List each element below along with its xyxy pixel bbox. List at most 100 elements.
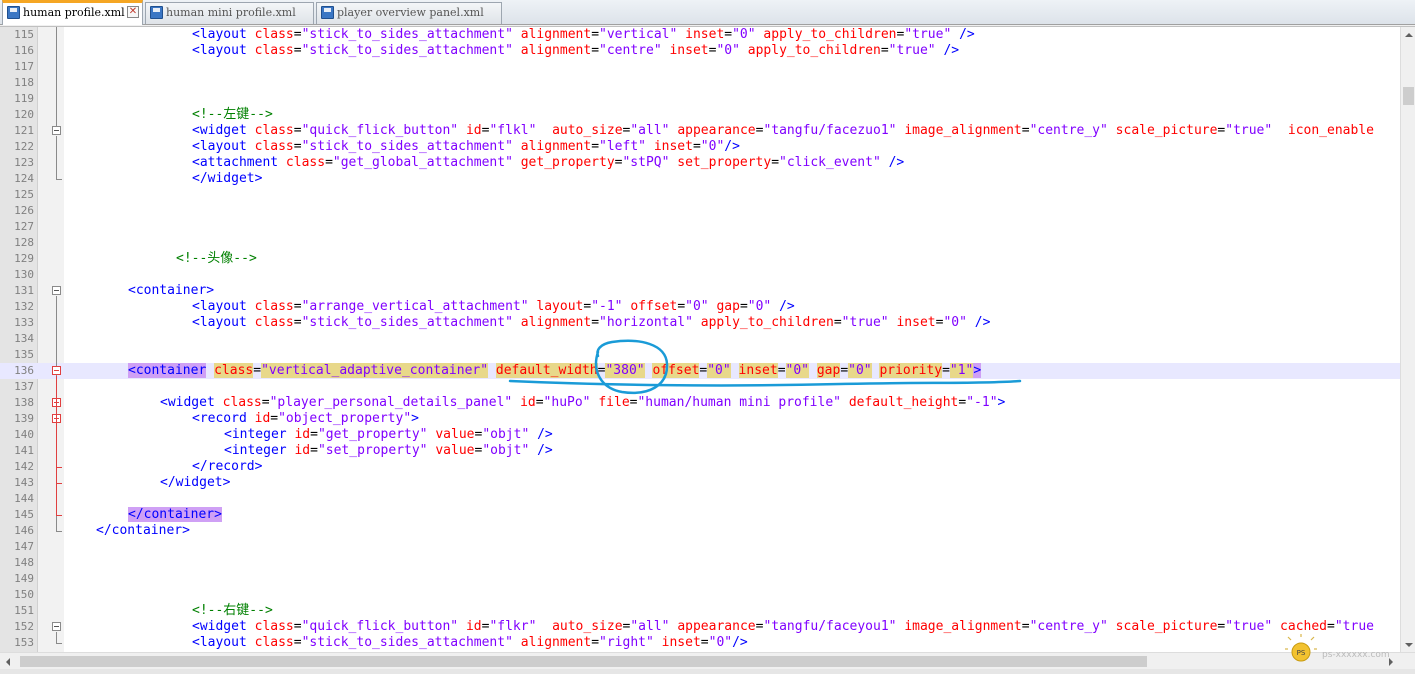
line-number: 149 xyxy=(14,572,34,585)
code-line[interactable]: 131 <container> xyxy=(0,283,1400,299)
vertical-scrollbar[interactable] xyxy=(1400,27,1415,652)
code-line[interactable]: 148 xyxy=(0,555,1400,571)
code-line[interactable]: 115 <layout class="stick_to_sides_attachm… xyxy=(0,27,1400,43)
code-token-attr: class xyxy=(222,395,262,410)
code-text[interactable]: <!--左键--> xyxy=(192,107,273,123)
fold-toggle-icon[interactable] xyxy=(52,126,61,135)
code-line[interactable]: 123 <attachment class="get_global_attachm… xyxy=(0,155,1400,171)
code-token-val: "flkl" xyxy=(489,123,537,138)
code-line[interactable]: 127 xyxy=(0,219,1400,235)
code-text[interactable]: <layout class="stick_to_sides_attachment… xyxy=(192,43,959,59)
code-line[interactable]: 144 xyxy=(0,491,1400,507)
code-text[interactable]: <container> xyxy=(128,283,214,299)
code-line[interactable]: 138 <widget class="player_personal_detail… xyxy=(0,395,1400,411)
code-line[interactable]: 142 </record> xyxy=(0,459,1400,475)
code-text[interactable]: <!--头像--> xyxy=(176,251,257,267)
code-text[interactable]: <attachment class="get_global_attachment… xyxy=(192,155,904,171)
code-line[interactable]: 139 <record id="object_property"> xyxy=(0,411,1400,427)
code-text[interactable]: <!--右键--> xyxy=(192,603,273,619)
code-line[interactable]: 126 xyxy=(0,203,1400,219)
fold-guide-line xyxy=(56,136,57,179)
fold-toggle-icon[interactable] xyxy=(52,622,61,631)
code-line[interactable]: 145 </container> xyxy=(0,507,1400,523)
code-line[interactable]: 118 xyxy=(0,75,1400,91)
code-line[interactable]: 122 <layout class="stick_to_sides_attachm… xyxy=(0,139,1400,155)
code-text[interactable]: <layout class="stick_to_sides_attachment… xyxy=(192,139,740,155)
code-token-val: "right" xyxy=(599,635,654,650)
code-text[interactable]: <container class="vertical_adaptive_cont… xyxy=(128,363,982,379)
tab-human-profile[interactable]: human profile.xml ✕ xyxy=(2,0,143,25)
code-line[interactable]: 121 <widget class="quick_flick_button" id… xyxy=(0,123,1400,139)
fold-end-marker xyxy=(56,643,62,644)
code-line[interactable]: 153 <layout class="stick_to_sides_attachm… xyxy=(0,635,1400,651)
code-token-txt: = xyxy=(833,315,842,330)
code-line[interactable]: 132 <layout class="arrange_vertical_attac… xyxy=(0,299,1400,315)
code-text[interactable]: <layout class="stick_to_sides_attachment… xyxy=(192,635,748,651)
code-text[interactable]: </record> xyxy=(192,459,262,475)
code-text[interactable]: </container> xyxy=(128,507,222,523)
vertical-scroll-thumb[interactable] xyxy=(1403,87,1414,105)
line-number: 134 xyxy=(14,332,34,345)
code-text[interactable]: <layout class="arrange_vertical_attachme… xyxy=(192,299,795,315)
code-line[interactable]: 116 <layout class="stick_to_sides_attachm… xyxy=(0,43,1400,59)
scroll-up-icon[interactable] xyxy=(1401,27,1415,43)
code-text[interactable]: </widget> xyxy=(192,171,262,187)
code-token-attr: apply_to_children xyxy=(700,315,834,330)
code-text[interactable]: <integer id="set_property" value="objt" … xyxy=(224,443,553,459)
horizontal-scroll-thumb[interactable] xyxy=(20,656,1147,667)
code-text[interactable]: </widget> xyxy=(160,475,230,491)
code-line[interactable]: 143 </widget> xyxy=(0,475,1400,491)
code-token-txt: = xyxy=(591,27,600,42)
code-line[interactable]: 125 xyxy=(0,187,1400,203)
code-line[interactable]: 146 </container> xyxy=(0,523,1400,539)
code-line[interactable]: 129 <!--头像--> xyxy=(0,251,1400,267)
code-token-attr: file xyxy=(598,395,630,410)
code-line[interactable]: 149 xyxy=(0,571,1400,587)
code-line[interactable]: 147 xyxy=(0,539,1400,555)
code-text[interactable]: <integer id="get_property" value="objt" … xyxy=(224,427,553,443)
close-icon[interactable]: ✕ xyxy=(127,6,139,18)
code-token-txt: = xyxy=(942,363,950,378)
code-line[interactable]: 141 <integer id="set_property" value="obj… xyxy=(0,443,1400,459)
code-line[interactable]: 151 <!--右键--> xyxy=(0,603,1400,619)
scroll-left-icon[interactable] xyxy=(0,653,15,669)
code-line[interactable]: 120 <!--左键--> xyxy=(0,107,1400,123)
code-token-val: "true" xyxy=(888,43,936,58)
code-line[interactable]: 137 xyxy=(0,379,1400,395)
code-text[interactable]: <widget class="quick_flick_button" id="f… xyxy=(192,619,1374,635)
code-line[interactable]: 119 xyxy=(0,91,1400,107)
code-token-attr: gap xyxy=(816,363,841,378)
code-token-val: "vertical" xyxy=(599,27,678,42)
code-token-tag: <integer xyxy=(224,427,295,442)
line-number: 124 xyxy=(14,172,34,185)
fold-toggle-icon[interactable] xyxy=(52,366,61,375)
code-text[interactable]: <layout class="stick_to_sides_attachment… xyxy=(192,315,990,331)
code-line[interactable]: 152 <widget class="quick_flick_button" id… xyxy=(0,619,1400,635)
code-text[interactable]: <widget class="player_personal_details_p… xyxy=(160,395,1005,411)
code-line[interactable]: 136 <container class="vertical_adaptive_c… xyxy=(0,363,1400,379)
code-text[interactable]: </container> xyxy=(96,523,190,539)
code-text[interactable]: <widget class="quick_flick_button" id="f… xyxy=(192,123,1374,139)
code-line[interactable]: 150 xyxy=(0,587,1400,603)
code-line[interactable]: 133 <layout class="stick_to_sides_attachm… xyxy=(0,315,1400,331)
code-line[interactable]: 134 xyxy=(0,331,1400,347)
code-line[interactable]: 128 xyxy=(0,235,1400,251)
fold-toggle-icon[interactable] xyxy=(52,286,61,295)
code-line[interactable]: 135 xyxy=(0,347,1400,363)
tab-human-mini-profile[interactable]: human mini profile.xml xyxy=(145,2,314,24)
code-token-attr: gap xyxy=(716,299,740,314)
code-line[interactable]: 140 <integer id="get_property" value="obj… xyxy=(0,427,1400,443)
code-text[interactable]: <layout class="stick_to_sides_attachment… xyxy=(192,27,975,43)
code-text[interactable]: <record id="object_property"> xyxy=(192,411,419,427)
tab-player-overview-panel[interactable]: player overview panel.xml xyxy=(316,2,502,24)
code-line[interactable]: 124 </widget> xyxy=(0,171,1400,187)
code-line[interactable]: 117 xyxy=(0,59,1400,75)
code-editor[interactable]: 115 <layout class="stick_to_sides_attachm… xyxy=(0,26,1415,652)
line-number: 121 xyxy=(14,124,34,137)
horizontal-scrollbar[interactable] xyxy=(0,652,1415,669)
code-line[interactable]: 130 xyxy=(0,267,1400,283)
